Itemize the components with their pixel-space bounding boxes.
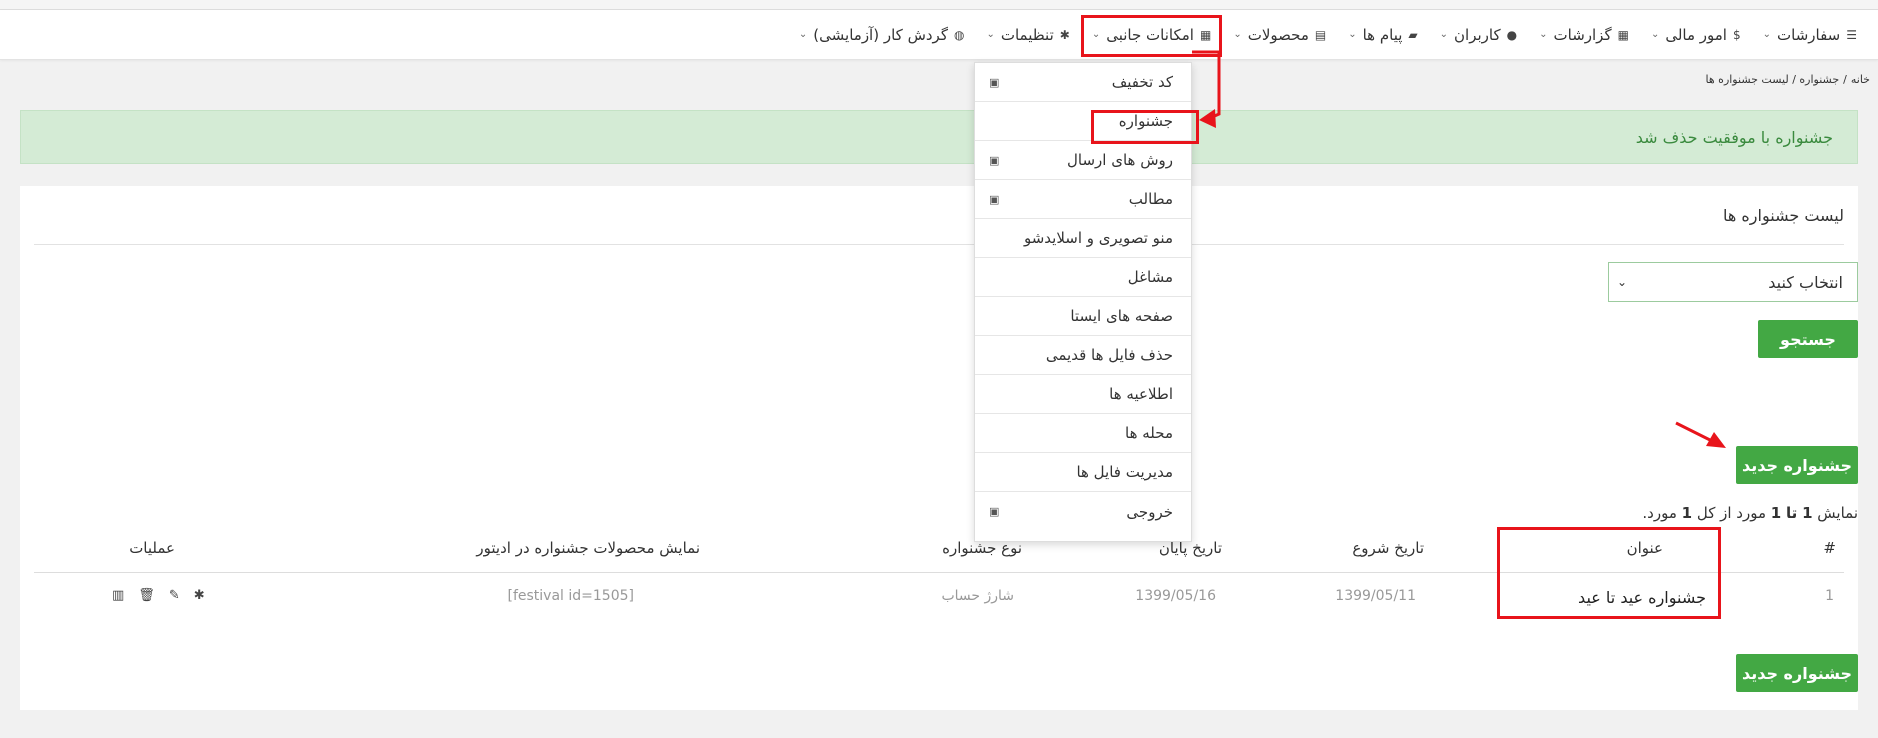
arrow-head-festival — [1199, 109, 1216, 128]
annotation-arrows — [1192, 50, 1726, 448]
arrow-to-new-button — [1675, 421, 1713, 443]
arrow-to-festival — [1192, 50, 1221, 120]
